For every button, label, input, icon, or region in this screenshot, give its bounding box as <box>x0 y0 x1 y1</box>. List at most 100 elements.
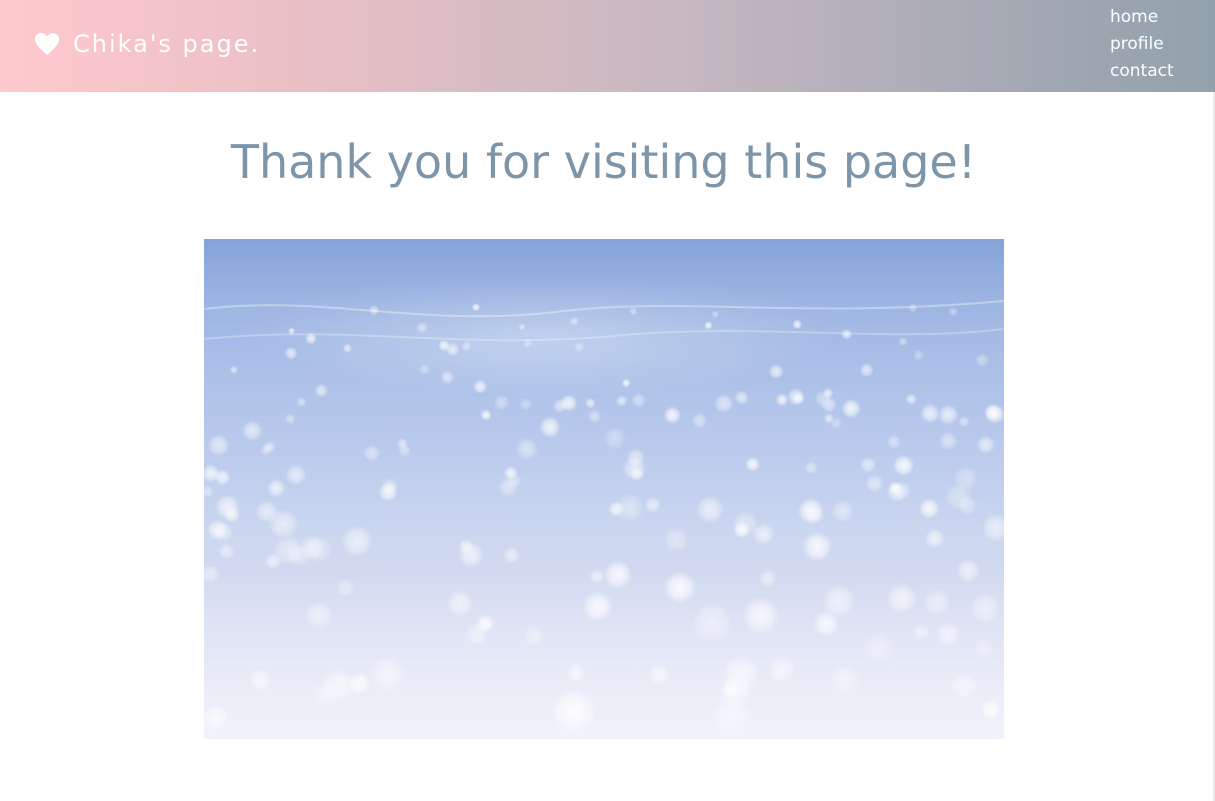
bokeh-sparkle <box>814 390 831 407</box>
bokeh-sparkle <box>792 319 803 330</box>
bokeh-sparkle <box>908 303 918 313</box>
bokeh-sparkle <box>608 501 625 517</box>
bokeh-sparkle <box>288 327 296 335</box>
bokeh-sparkle <box>519 397 532 411</box>
bokeh-sparkle <box>925 528 945 549</box>
bokeh-sparkle <box>892 454 915 477</box>
bokeh-sparkle <box>229 365 239 374</box>
bokeh-sparkle <box>711 310 719 318</box>
bokeh-sparkle <box>493 394 510 411</box>
bokeh-sparkle <box>518 323 526 331</box>
bokeh-sparkle <box>957 495 978 516</box>
bokeh-sparkle <box>378 482 398 502</box>
bokeh-sparkle <box>419 363 430 375</box>
heart-icon <box>34 32 60 56</box>
bokeh-sparkle <box>458 538 474 555</box>
bokeh-sparkle <box>644 496 661 514</box>
nav-item-contact[interactable]: contact <box>1110 58 1174 85</box>
bokeh-sparkle <box>560 394 578 412</box>
bokeh-sparkle <box>920 403 941 424</box>
bokeh-sparkle <box>207 434 230 457</box>
bokeh-sparkle <box>802 531 833 562</box>
bokeh-sparkle <box>342 343 353 354</box>
bokeh-sparkle <box>752 523 775 546</box>
bokeh-sparkle <box>691 413 708 429</box>
bokeh-sparkle <box>242 420 263 441</box>
bokeh-sparkle <box>480 409 492 421</box>
bokeh-sparkle <box>440 370 455 385</box>
bokeh-sparkle <box>859 362 874 378</box>
bokeh-sparkle <box>937 404 959 425</box>
bokeh-sparkle <box>296 397 307 407</box>
bokeh-sparkle <box>438 339 450 352</box>
bokeh-sparkle <box>938 431 958 451</box>
bokeh-sparkle <box>984 404 1001 421</box>
bokeh-sparkle <box>704 321 713 330</box>
bokeh-sparkle <box>284 346 298 360</box>
bokeh-sparkle <box>805 506 824 525</box>
bokeh-sparkle <box>775 393 789 407</box>
bokeh-sparkle <box>522 338 533 348</box>
bokeh-sparkle <box>745 456 761 472</box>
site-header: Chika's page. home profile contact <box>0 0 1215 92</box>
bokeh-sparkle <box>368 304 380 316</box>
bokeh-sparkle <box>786 387 806 406</box>
bokeh-sparkle <box>515 437 539 460</box>
bokeh-sparkle <box>830 417 843 430</box>
bokeh-sparkle <box>918 498 940 519</box>
bokeh-sparkle <box>299 535 325 561</box>
bokeh-sparkle <box>585 397 596 409</box>
bokeh-sparkle <box>416 321 428 334</box>
bokeh-sparkle <box>981 513 1004 543</box>
site-title: Chika's page. <box>73 30 261 58</box>
bokeh-sparkle <box>471 303 481 312</box>
bokeh-sparkle <box>603 427 627 450</box>
bokeh-sparkle <box>831 499 854 523</box>
bokeh-sparkle <box>886 482 907 503</box>
page-title: Thank you for visiting this page! <box>230 135 977 189</box>
bokeh-sparkle <box>461 341 472 352</box>
bokeh-sparkle <box>974 353 990 368</box>
bokeh-sparkle <box>768 364 784 379</box>
bokeh-sparkle <box>734 390 749 406</box>
bokeh-sparkle <box>631 392 647 408</box>
bokeh-sparkle <box>621 378 631 388</box>
bokeh-sparkle <box>273 535 304 566</box>
site-logo-link[interactable]: Chika's page. <box>34 26 260 62</box>
nav-item-home[interactable]: home <box>1110 4 1174 31</box>
bokeh-sparkle <box>574 342 585 353</box>
bokeh-sparkle <box>841 398 861 419</box>
bokeh-sparkle <box>976 435 996 454</box>
bokeh-sparkle <box>953 466 978 491</box>
bokeh-sparkle <box>958 416 970 428</box>
hero-image <box>204 239 1004 739</box>
nav-item-profile[interactable]: profile <box>1110 31 1174 58</box>
bokeh-sparkle <box>663 406 682 424</box>
main-nav: home profile contact <box>1110 4 1174 85</box>
bokeh-sparkle <box>587 409 602 424</box>
bokeh-sparkle <box>886 434 901 449</box>
bokeh-sparkle <box>314 383 329 398</box>
bokeh-sparkle <box>622 456 647 481</box>
bokeh-sparkle <box>841 328 853 340</box>
bokeh-sparkle <box>804 461 818 475</box>
bokeh-sparkle <box>860 457 877 474</box>
bokeh-sparkle <box>905 393 918 405</box>
bokeh-sparkle <box>206 519 228 541</box>
bokeh-sparkle <box>204 484 214 499</box>
bokeh-sparkle <box>865 474 884 493</box>
bokeh-sparkle <box>305 332 317 345</box>
bokeh-sparkle <box>714 393 734 414</box>
bokeh-sparkle <box>214 469 231 486</box>
bokeh-sparkle <box>266 478 286 498</box>
bokeh-sparkle <box>268 509 299 540</box>
bokeh-sparkle <box>615 395 628 407</box>
bokeh-sparkle <box>569 316 579 326</box>
bokeh-sparkle <box>341 525 373 558</box>
bokeh-sparkle <box>898 336 908 347</box>
bokeh-sparkle <box>285 464 307 486</box>
bokeh-sparkle <box>695 495 725 524</box>
bokeh-sparkle <box>502 546 520 564</box>
bokeh-sparkle <box>398 443 411 457</box>
bokeh-sparkle <box>284 413 296 425</box>
